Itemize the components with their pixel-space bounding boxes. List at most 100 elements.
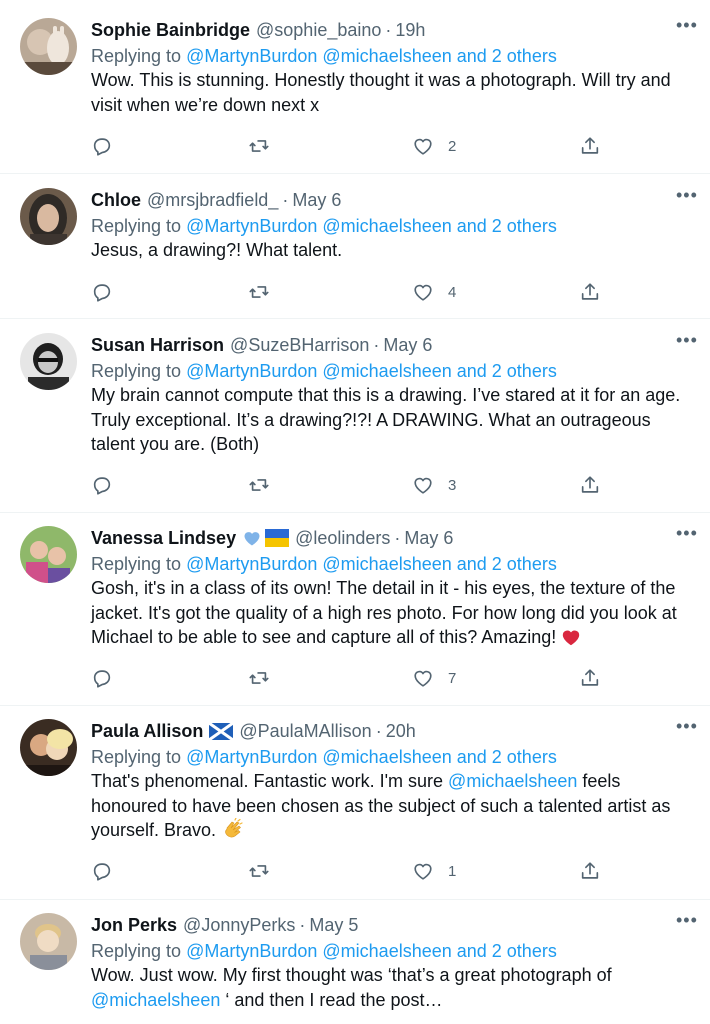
share-button[interactable] (579, 470, 601, 500)
avatar[interactable] (20, 913, 77, 970)
name-emoji-group (242, 528, 290, 548)
display-name[interactable]: Susan Harrison (91, 333, 224, 357)
like-count: 1 (448, 862, 457, 880)
retweet-button[interactable] (248, 277, 270, 307)
share-button[interactable] (579, 131, 601, 161)
reply-icon (93, 477, 111, 495)
tweet-text-body: My brain cannot compute that this is a d… (91, 385, 681, 454)
display-name[interactable]: Paula Allison (91, 719, 203, 743)
timestamp[interactable]: May 6 (292, 188, 341, 212)
replying-to: Replying to @MartynBurdon @michaelsheen … (91, 214, 696, 238)
timestamp[interactable]: May 5 (309, 913, 358, 937)
retweet-icon (249, 286, 269, 298)
tweet-actions: 4 (91, 277, 611, 307)
like-count: 7 (448, 669, 457, 687)
tweet-content: Vanessa Lindsey @leolinders · May 6 Repl… (91, 526, 696, 650)
like-button[interactable]: 4 (412, 277, 456, 307)
tweet-content: Jon Perks @JonnyPerks · May 5 Replying t… (91, 913, 696, 1012)
reply-button[interactable] (91, 663, 113, 693)
timestamp[interactable]: 19h (395, 18, 425, 42)
timestamp[interactable]: 20h (386, 719, 416, 743)
user-handle[interactable]: @JonnyPerks (183, 913, 295, 937)
reply-button[interactable] (91, 856, 113, 886)
share-icon (581, 476, 599, 493)
like-button[interactable]: 3 (412, 470, 456, 500)
share-icon (581, 862, 599, 879)
tweet-actions: 2 (91, 131, 611, 161)
display-name[interactable]: Jon Perks (91, 913, 177, 937)
tweet-text: Wow. Just wow. My first thought was ‘tha… (91, 963, 696, 1012)
like-button[interactable]: 1 (412, 856, 456, 886)
display-name[interactable]: Chloe (91, 188, 141, 212)
retweet-button[interactable] (248, 856, 270, 886)
reply-button[interactable] (91, 277, 113, 307)
like-count: 4 (448, 283, 457, 301)
retweet-button[interactable] (248, 470, 270, 500)
tweet-header: Sophie Bainbridge @sophie_baino · 19h (91, 18, 696, 42)
user-handle[interactable]: @leolinders (295, 526, 390, 550)
tweet-header: Susan Harrison @SuzeBHarrison · May 6 (91, 333, 696, 357)
inline-mention[interactable]: @michaelsheen (91, 990, 220, 1010)
display-name[interactable]: Sophie Bainbridge (91, 18, 250, 42)
replying-to-mentions[interactable]: @MartynBurdon @michaelsheen and 2 others (186, 361, 557, 381)
retweet-button[interactable] (248, 131, 270, 161)
display-name[interactable]: Vanessa Lindsey (91, 526, 236, 550)
tweet-text: That's phenomenal. Fantastic work. I'm s… (91, 769, 696, 843)
retweet-icon (249, 479, 269, 491)
reply-tweet[interactable]: ••• Vanessa Lindsey @leolinders · May 6 … (0, 513, 710, 706)
user-handle[interactable]: @sophie_baino (256, 18, 381, 42)
replying-to-mentions[interactable]: @MartynBurdon @michaelsheen and 2 others (186, 216, 557, 236)
share-button[interactable] (579, 277, 601, 307)
ukraine-flag-icon (265, 529, 290, 547)
like-button[interactable]: 2 (412, 131, 456, 161)
replying-to-mentions[interactable]: @MartynBurdon @michaelsheen and 2 others (186, 46, 557, 66)
avatar[interactable] (20, 188, 77, 245)
separator-dot: · (385, 20, 392, 40)
replying-to-mentions[interactable]: @MartynBurdon @michaelsheen and 2 others (186, 554, 557, 574)
like-button[interactable]: 7 (412, 663, 456, 693)
reply-button[interactable] (91, 470, 113, 500)
reply-button[interactable] (91, 131, 113, 161)
replying-to: Replying to @MartynBurdon @michaelsheen … (91, 939, 696, 963)
replying-to-mentions[interactable]: @MartynBurdon @michaelsheen and 2 others (186, 941, 557, 961)
tweet-header: Chloe @mrsjbradfield_ · May 6 (91, 188, 696, 212)
tweet-text: Jesus, a drawing?! What talent. (91, 238, 696, 263)
reply-tweet[interactable]: ••• Susan Harrison @SuzeBHarrison · May … (0, 319, 710, 513)
reply-icon (93, 284, 111, 302)
user-handle[interactable]: @PaulaMAllison (239, 719, 371, 743)
user-handle[interactable]: @mrsjbradfield_ (147, 188, 278, 212)
name-emoji-group (209, 722, 234, 740)
reply-tweet[interactable]: ••• Chloe @mrsjbradfield_ · May 6 Replyi… (0, 174, 710, 319)
tweet-text-body: Wow. This is stunning. Honestly thought … (91, 70, 671, 115)
retweet-button[interactable] (248, 663, 270, 693)
replying-to-mentions[interactable]: @MartynBurdon @michaelsheen and 2 others (186, 747, 557, 767)
tweet-text-after: ‘ and then I read the post… (225, 989, 443, 1010)
avatar[interactable] (20, 18, 77, 75)
replying-to: Replying to @MartynBurdon @michaelsheen … (91, 359, 696, 383)
reply-tweet[interactable]: ••• Sophie Bainbridge @sophie_baino · 19… (0, 0, 710, 174)
share-button[interactable] (579, 856, 601, 886)
tweet-content: Susan Harrison @SuzeBHarrison · May 6 Re… (91, 333, 696, 457)
share-button[interactable] (579, 663, 601, 693)
tweet-text: My brain cannot compute that this is a d… (91, 383, 696, 457)
replying-to-label: Replying to (91, 554, 182, 574)
timestamp[interactable]: May 6 (404, 526, 453, 550)
red-heart-icon (563, 630, 580, 646)
timestamp[interactable]: May 6 (383, 333, 432, 357)
like-count: 3 (448, 476, 457, 494)
replying-to: Replying to @MartynBurdon @michaelsheen … (91, 44, 696, 68)
replying-to: Replying to @MartynBurdon @michaelsheen … (91, 745, 696, 769)
inline-mention[interactable]: @michaelsheen (448, 771, 577, 791)
reply-tweet[interactable]: ••• Paula Allison @PaulaMAllison · 20h R… (0, 706, 710, 900)
reply-tweet[interactable]: ••• Jon Perks @JonnyPerks · May 5 Replyi… (0, 900, 710, 1024)
avatar[interactable] (20, 333, 77, 390)
tweet-actions: 3 (91, 470, 611, 500)
heart-icon (414, 138, 432, 155)
tweet-actions: 1 (91, 856, 611, 886)
replying-to: Replying to @MartynBurdon @michaelsheen … (91, 552, 696, 576)
retweet-icon (249, 140, 269, 152)
tweet-actions: 7 (91, 663, 611, 693)
user-handle[interactable]: @SuzeBHarrison (230, 333, 369, 357)
avatar[interactable] (20, 719, 77, 776)
avatar[interactable] (20, 526, 77, 583)
